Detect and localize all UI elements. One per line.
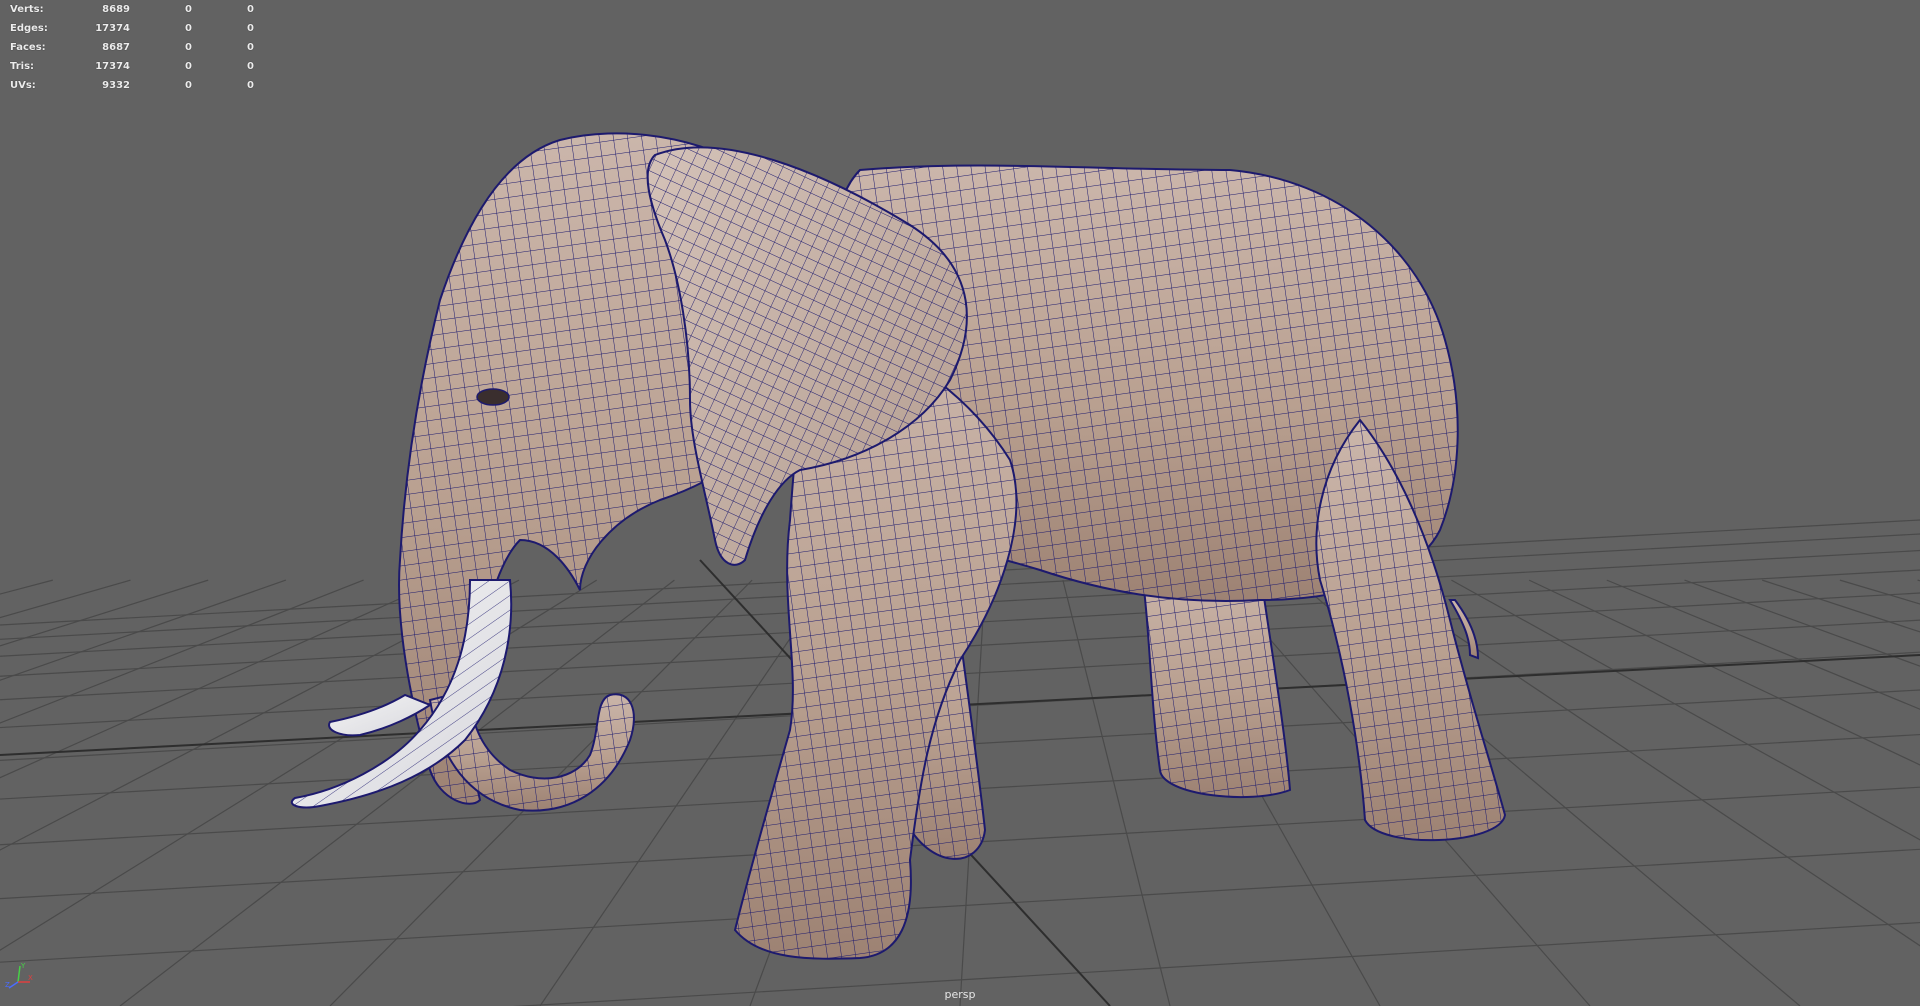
hud-component-value: 0 (247, 4, 254, 15)
hud-selected-value: 0 (185, 80, 192, 91)
hud-row-uvs: UVs: 9332 0 0 (10, 76, 254, 95)
axis-z-line (8, 981, 19, 989)
camera-name-label: persp (944, 988, 976, 1001)
elephant-eye (476, 388, 510, 406)
grid-line (1762, 579, 1920, 633)
hud-selected-value: 0 (185, 23, 192, 34)
scene-canvas[interactable] (0, 0, 1920, 1006)
grid-line (1684, 579, 1920, 667)
perspective-viewport[interactable]: Verts: 8689 0 0 Edges: 17374 0 0 Faces: … (0, 0, 1920, 1006)
hud-total-value: 17374 (95, 23, 130, 34)
hud-total-value: 9332 (102, 80, 130, 91)
hud-row-faces: Faces: 8687 0 0 (10, 38, 254, 57)
hud-label: Faces: (10, 42, 46, 53)
hud-component-value: 0 (247, 42, 254, 53)
axis-z-label: Z (5, 981, 10, 989)
view-axis-icon: Y X Z (5, 962, 33, 989)
hud-total-value: 17374 (95, 61, 130, 72)
axis-y-label: Y (20, 962, 26, 970)
hud-label: Tris: (10, 61, 35, 72)
hud-row-verts: Verts: 8689 0 0 (10, 0, 254, 19)
grid-line (0, 579, 364, 724)
elephant-mesh[interactable] (290, 132, 1507, 960)
hud-component-value: 0 (247, 80, 254, 91)
elephant-tusk-far (328, 693, 433, 737)
hud-label: Verts: (10, 4, 44, 15)
hud-component-value: 0 (247, 23, 254, 34)
grid-line (1606, 579, 1920, 710)
hud-selected-value: 0 (185, 61, 192, 72)
hud-component-value: 0 (247, 61, 254, 72)
poly-count-hud: Verts: 8689 0 0 Edges: 17374 0 0 Faces: … (10, 0, 254, 95)
axis-y-line (17, 965, 21, 983)
grid-line (1451, 579, 1920, 841)
hud-total-value: 8687 (102, 42, 130, 53)
axis-x-label: X (28, 974, 33, 982)
grid-line (1839, 579, 1920, 605)
hud-label: Edges: (10, 23, 48, 34)
hud-row-tris: Tris: 17374 0 0 (10, 57, 254, 76)
hud-selected-value: 0 (185, 42, 192, 53)
grid-line (0, 848, 1920, 963)
hud-selected-value: 0 (185, 4, 192, 15)
hud-total-value: 8689 (102, 4, 130, 15)
hud-label: UVs: (10, 80, 36, 91)
hud-row-edges: Edges: 17374 0 0 (10, 19, 254, 38)
grid-line (0, 579, 287, 681)
